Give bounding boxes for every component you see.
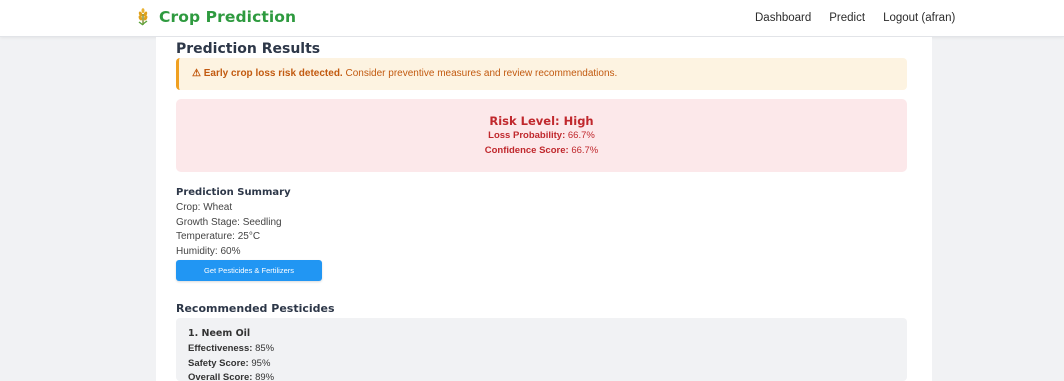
navbar: Crop Prediction Dashboard Predict Logout… bbox=[0, 0, 1064, 37]
pesticide-name: 1. Neem Oil bbox=[188, 328, 251, 339]
safety-value: 95% bbox=[251, 358, 271, 369]
loss-probability-value: 66.7% bbox=[567, 130, 595, 141]
safety-label: Safety Score: bbox=[188, 358, 249, 369]
brand[interactable]: Crop Prediction bbox=[135, 8, 296, 26]
overall-label: Overall Score: bbox=[188, 372, 253, 381]
page-title: Prediction Results bbox=[176, 41, 321, 57]
summary-title: Prediction Summary bbox=[176, 187, 291, 198]
loss-probability: Loss Probability: 66.7% bbox=[176, 130, 907, 141]
summary-crop: Crop: Wheat bbox=[176, 202, 233, 213]
confidence-score-label: Confidence Score: bbox=[484, 145, 569, 156]
loss-probability-label: Loss Probability: bbox=[488, 130, 566, 141]
pesticide-effectiveness: Effectiveness: 85% bbox=[188, 343, 274, 354]
pesticide-overall: Overall Score: 89% bbox=[188, 372, 274, 381]
brand-name: Crop Prediction bbox=[159, 8, 297, 26]
summary-temperature: Temperature: 25°C bbox=[176, 231, 261, 242]
overall-value: 89% bbox=[255, 372, 275, 381]
confidence-score: Confidence Score: 66.7% bbox=[176, 145, 907, 156]
nav-links: Dashboard Predict Logout (afran) bbox=[755, 12, 955, 24]
alert-text: Consider preventive measures and review … bbox=[345, 68, 618, 79]
pesticide-card: 1. Neem Oil Effectiveness: 85% Safety Sc… bbox=[176, 318, 907, 381]
confidence-score-value: 66.7% bbox=[571, 145, 599, 156]
alert-strong-text: Early crop loss risk detected. bbox=[203, 68, 343, 79]
summary-growth-stage: Growth Stage: Seedling bbox=[176, 217, 282, 228]
results-container: Prediction Results ⚠ Early crop loss ris… bbox=[156, 37, 932, 381]
summary-humidity: Humidity: 60% bbox=[176, 246, 241, 257]
nav-predict-link[interactable]: Predict bbox=[829, 12, 865, 24]
risk-box: Risk Level: High Loss Probability: 66.7%… bbox=[176, 99, 907, 172]
risk-alert: ⚠ Early crop loss risk detected. Conside… bbox=[176, 58, 907, 90]
risk-level: Risk Level: High bbox=[489, 114, 594, 128]
effectiveness-label: Effectiveness: bbox=[188, 343, 253, 354]
effectiveness-value: 85% bbox=[255, 343, 275, 354]
pesticides-title: Recommended Pesticides bbox=[176, 302, 335, 315]
pesticide-safety: Safety Score: 95% bbox=[188, 358, 270, 369]
nav-dashboard-link[interactable]: Dashboard bbox=[755, 12, 811, 24]
nav-logout-link[interactable]: Logout (afran) bbox=[883, 12, 955, 24]
wheat-icon bbox=[138, 8, 148, 26]
get-pesticides-fertilizers-button[interactable]: Get Pesticides & Fertilizers bbox=[176, 260, 322, 281]
warning-icon: ⚠ bbox=[192, 68, 201, 79]
